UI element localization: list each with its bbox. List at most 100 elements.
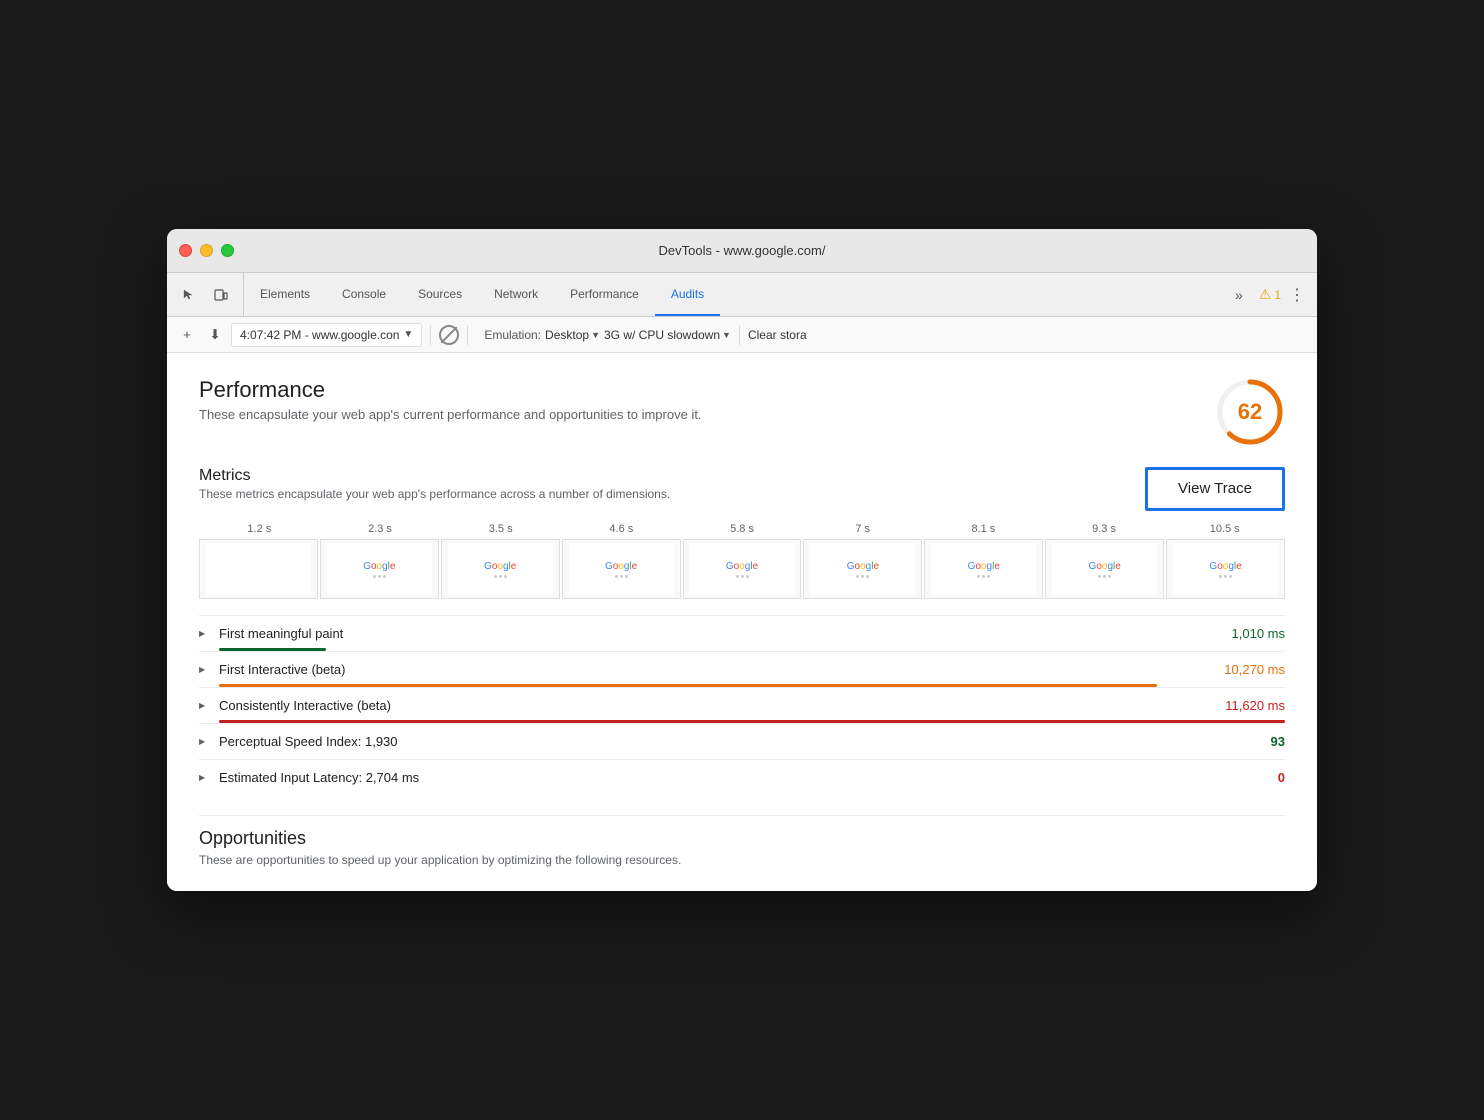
tick-4: 5.8 s [682,523,803,535]
thumb-searchbar-7 [1098,575,1111,578]
metric-toggle-4[interactable]: ▶ [199,773,211,782]
tab-icons [167,273,244,316]
google-logo-8: Google [1209,561,1241,572]
metric-score-3: 93 [1265,734,1285,749]
google-logo-3: Google [605,561,637,572]
timeline-section: 1.2 s 2.3 s 3.5 s 4.6 s 5.8 s 7 s 8.1 s … [199,523,1285,599]
emulation-section: Emulation: Desktop ▼ 3G w/ CPU slowdown … [476,328,731,342]
metric-name-0: First meaningful paint [219,626,1224,641]
minimize-button[interactable] [200,244,213,257]
thumbnail-inner-1: Google [327,543,432,595]
view-trace-container: View Trace [1145,467,1285,511]
view-trace-button[interactable]: View Trace [1178,480,1252,497]
metric-value-2: 11,620 ms [1225,698,1285,713]
metrics-section: Metrics These metrics encapsulate your w… [199,467,1285,795]
more-tabs-button[interactable]: » [1227,273,1251,316]
window-title: DevTools - www.google.com/ [659,243,826,258]
performance-score-circle: 62 [1215,377,1285,447]
thumbnail-3: Google [562,539,681,599]
tab-console[interactable]: Console [326,273,402,316]
network-dropdown-icon: ▼ [722,330,731,340]
devtools-toolbar: + ⬇ 4:07:42 PM - www.google.con ▼ Emulat… [167,317,1317,353]
desktop-dropdown-icon: ▼ [591,330,600,340]
url-dropdown-icon: ▼ [403,329,413,340]
metrics-title: Metrics [199,467,670,485]
metrics-header-text: Metrics These metrics encapsulate your w… [199,467,670,501]
metric-name-1: First Interactive (beta) [219,662,1216,677]
metric-row-input-latency: ▶ Estimated Input Latency: 2,704 ms 0 [199,759,1285,795]
thumb-searchbar-4 [736,575,749,578]
metric-toggle-3[interactable]: ▶ [199,737,211,746]
title-bar: DevTools - www.google.com/ [167,229,1317,273]
metrics-description: These metrics encapsulate your web app's… [199,487,670,501]
thumbnail-inner-3: Google [569,543,674,595]
metric-score-4: 0 [1265,770,1285,785]
timeline-ticks: 1.2 s 2.3 s 3.5 s 4.6 s 5.8 s 7 s 8.1 s … [199,523,1285,535]
opportunities-description: These are opportunities to speed up your… [199,853,1285,867]
thumb-searchbar-3 [615,575,628,578]
desktop-select[interactable]: Desktop ▼ [545,328,600,342]
device-icon[interactable] [207,281,235,309]
kebab-menu-button[interactable]: ⋮ [1285,281,1309,309]
tab-performance[interactable]: Performance [554,273,655,316]
metrics-header: Metrics These metrics encapsulate your w… [199,467,1285,511]
metric-row-consistent-interactive: ▶ Consistently Interactive (beta) 11,620… [199,687,1285,723]
tab-audits[interactable]: Audits [655,273,720,316]
google-logo-5: Google [847,561,879,572]
thumbnail-inner-2: Google [448,543,553,595]
thumbnail-2: Google [441,539,560,599]
tab-sources[interactable]: Sources [402,273,478,316]
metric-value-1: 10,270 ms [1224,662,1285,677]
google-logo-4: Google [726,561,758,572]
thumbnail-1: Google [320,539,439,599]
metric-name-4: Estimated Input Latency: 2,704 ms [219,770,1257,785]
metric-name-2: Consistently Interactive (beta) [219,698,1217,713]
tick-1: 2.3 s [320,523,441,535]
metric-toggle-0[interactable]: ▶ [199,629,211,638]
clear-storage-label[interactable]: Clear stora [748,328,807,342]
metric-row-first-interactive: ▶ First Interactive (beta) 10,270 ms [199,651,1285,687]
tab-elements[interactable]: Elements [244,273,326,316]
tick-0: 1.2 s [199,523,320,535]
google-logo-2: Google [484,561,516,572]
tabs-list: Elements Console Sources Network Perform… [244,273,1227,316]
thumbnail-4: Google [683,539,802,599]
download-icon[interactable]: ⬇ [203,323,227,347]
metric-rows: ▶ First meaningful paint 1,010 ms ▶ Firs… [199,615,1285,795]
metric-toggle-1[interactable]: ▶ [199,665,211,674]
warning-icon: ⚠ [1259,286,1272,303]
metric-name-3: Perceptual Speed Index: 1,930 [219,734,1257,749]
separator-2 [467,325,468,345]
google-logo: Google [363,561,395,572]
tick-8: 10.5 s [1164,523,1285,535]
opportunities-title: Opportunities [199,828,1285,849]
devtools-window: DevTools - www.google.com/ Elements Cons [167,229,1317,891]
thumbnail-inner-5: Google [810,543,915,595]
thumbnail-inner-6: Google [931,543,1036,595]
metric-row-speed-index: ▶ Perceptual Speed Index: 1,930 93 [199,723,1285,759]
close-button[interactable] [179,244,192,257]
thumbnail-0 [199,539,318,599]
url-input[interactable]: 4:07:42 PM - www.google.con ▼ [231,323,422,347]
performance-header-text: Performance These encapsulate your web a… [199,377,702,422]
metric-toggle-2[interactable]: ▶ [199,701,211,710]
tick-7: 9.3 s [1044,523,1165,535]
tick-6: 8.1 s [923,523,1044,535]
block-icon[interactable] [439,325,459,345]
cursor-icon[interactable] [175,281,203,309]
performance-description: These encapsulate your web app's current… [199,407,702,422]
traffic-lights [179,244,234,257]
thumb-searchbar [373,575,386,578]
separator-3 [739,325,740,345]
thumbnail-inner-0 [206,543,311,595]
thumb-searchbar-5 [856,575,869,578]
tab-network[interactable]: Network [478,273,554,316]
metric-row-first-paint: ▶ First meaningful paint 1,010 ms [199,615,1285,651]
network-select[interactable]: 3G w/ CPU slowdown ▼ [604,328,731,342]
thumbnail-inner-8: Google [1173,543,1278,595]
performance-section-header: Performance These encapsulate your web a… [199,377,1285,447]
add-button[interactable]: + [175,323,199,347]
thumbnail-7: Google [1045,539,1164,599]
maximize-button[interactable] [221,244,234,257]
thumb-searchbar-8 [1219,575,1232,578]
